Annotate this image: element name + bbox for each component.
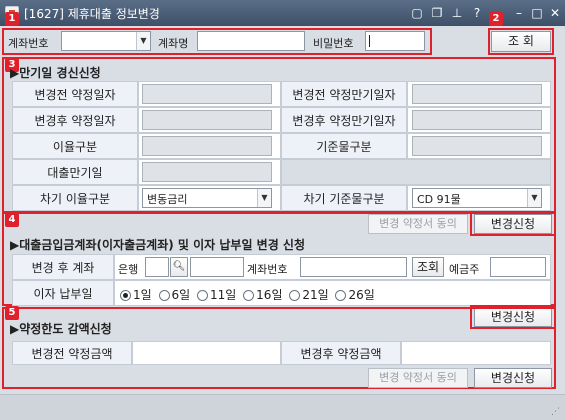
account-name-field[interactable] [197, 31, 305, 51]
annotation-badge-2: 2 [489, 12, 503, 26]
payday-radio-16[interactable]: 16일 [243, 288, 282, 302]
annotation-badge-1: 1 [5, 12, 19, 26]
window-title: [1627] 제휴대출 정보변경 [24, 7, 160, 21]
label-before-amount: 변경전 약정금액 [12, 341, 132, 365]
radio-icon[interactable] [289, 290, 301, 301]
label-next-rate-type: 차기 이율구분 [12, 185, 138, 211]
empty-cell [281, 159, 551, 185]
payday-radio-group: 1일 6일 11일 16일 21일 26일 [120, 286, 375, 303]
status-bar: ⋰ [0, 394, 565, 420]
annotation-badge-4: 4 [5, 213, 19, 227]
payday-radio-1[interactable]: 1일 [120, 288, 152, 302]
label-payday: 이자 납부일 [12, 280, 114, 306]
payday-radio-11[interactable]: 11일 [197, 288, 236, 302]
next-rate-type-combo[interactable]: 변동금리 ▼ [142, 188, 272, 208]
account-number-combo[interactable]: ▼ [61, 31, 151, 51]
account-number-label: 계좌번호 [8, 37, 49, 50]
password-label: 비밀번호 [313, 37, 354, 50]
section-title-account-change: ▶대출금입금계좌(이자출금계좌) 및 이자 납부일 변경 신청 [10, 238, 306, 252]
label-after-account: 변경 후 계좌 [12, 254, 114, 280]
label-after-contract-date: 변경후 약정일자 [12, 107, 138, 133]
radio-icon[interactable] [243, 290, 255, 301]
depositor-field[interactable] [490, 257, 546, 277]
payday-radio-6[interactable]: 6일 [158, 288, 190, 302]
radio-selected-icon[interactable] [120, 290, 131, 301]
before-maturity-date-field [412, 84, 542, 104]
label-after-amount: 변경후 약정금액 [281, 341, 401, 365]
rate-type-field [142, 136, 272, 156]
account-name-label: 계좌명 [158, 37, 189, 50]
annotation-box-4-button [470, 212, 556, 236]
new-account-field[interactable] [300, 257, 407, 277]
text-cursor [369, 35, 370, 47]
radio-icon[interactable] [335, 290, 347, 301]
query-button[interactable]: 조 회 [491, 31, 551, 52]
next-base-rate-type-combo[interactable]: CD 91물 ▼ [412, 188, 542, 208]
payday-radio-21[interactable]: 21일 [289, 288, 329, 302]
password-field[interactable] [365, 31, 425, 51]
copy-icon[interactable]: ❐ [430, 6, 444, 20]
minimize-icon[interactable]: – [512, 6, 526, 20]
chevron-down-icon[interactable]: ▼ [257, 189, 271, 207]
payday-radio-26[interactable]: 26일 [335, 288, 375, 302]
radio-icon[interactable] [158, 290, 170, 301]
bank-label: 은행 [118, 263, 139, 276]
help-icon[interactable]: ? [470, 6, 484, 20]
search-icon[interactable]: 🔍︎ [170, 257, 188, 277]
radio-icon[interactable] [197, 290, 209, 301]
depositor-label: 예금주 [449, 263, 480, 276]
label-before-maturity-date: 변경전 약정만기일자 [281, 81, 407, 107]
bank-name-field[interactable] [190, 257, 244, 277]
base-rate-type-field [412, 136, 542, 156]
label-base-rate-type: 기준물구분 [281, 133, 407, 159]
close-icon[interactable]: ✕ [548, 6, 562, 20]
resize-grip-icon[interactable]: ⋰ [551, 407, 561, 417]
maximize-icon[interactable]: □ [530, 6, 544, 20]
loan-maturity-field [142, 162, 272, 182]
pin-icon[interactable]: ⊥ [450, 6, 464, 20]
apply-button-limit[interactable]: 변경신청 [474, 368, 552, 388]
account-lookup-button[interactable]: 조회 [412, 257, 444, 277]
window-titlebar[interactable]: [1627] 제휴대출 정보변경 ▢ ❐ ⊥ ? – □ ✕ [0, 0, 565, 26]
after-amount-field[interactable] [401, 341, 551, 365]
annotation-badge-5: 5 [5, 306, 19, 320]
before-contract-date-field [142, 84, 272, 104]
restore-alt-icon[interactable]: ▢ [410, 6, 424, 20]
chevron-down-icon[interactable]: ▼ [527, 189, 541, 207]
label-next-base-rate-type: 차기 기준물구분 [281, 185, 407, 211]
bank-code-field[interactable] [145, 257, 169, 277]
label-after-maturity-date: 변경후 약정만기일자 [281, 107, 407, 133]
section-title-maturity: ▶만기일 경신신청 [10, 66, 101, 80]
label-before-contract-date: 변경전 약정일자 [12, 81, 138, 107]
after-contract-date-field [142, 110, 272, 130]
label-loan-maturity: 대출만기일 [12, 159, 138, 185]
label-rate-type: 이율구분 [12, 133, 138, 159]
account-no-label: 계좌번호 [247, 263, 288, 276]
before-amount-value [132, 341, 281, 365]
section-title-limit-reduction: ▶약정한도 감액신청 [10, 322, 112, 336]
agreement-consent-button-2[interactable]: 변경 약정서 동의 [368, 368, 468, 388]
after-maturity-date-field [412, 110, 542, 130]
chevron-down-icon[interactable]: ▼ [136, 32, 150, 50]
